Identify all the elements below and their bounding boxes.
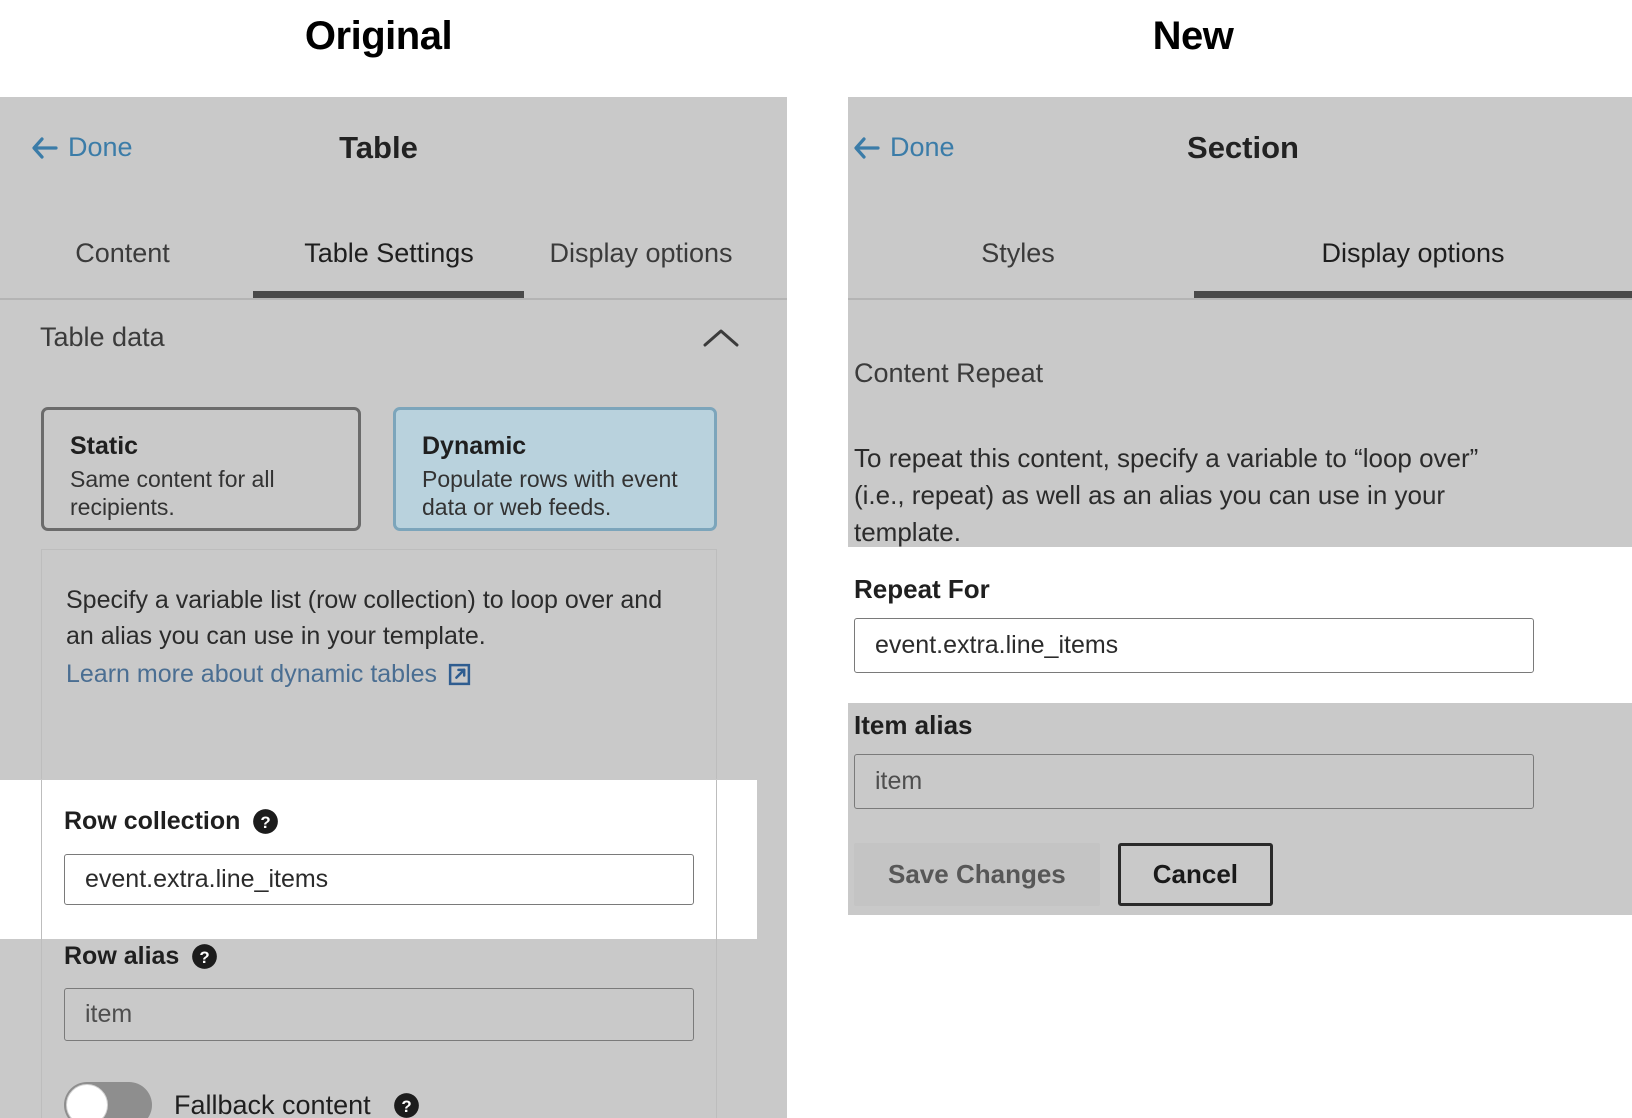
new-panel-header: Done Section	[848, 97, 1632, 197]
comparison-screenshot: Original New Done Table Content Table Se…	[0, 0, 1632, 1118]
save-changes-button[interactable]: Save Changes	[854, 843, 1100, 906]
row-alias-input[interactable]	[64, 988, 694, 1041]
row-alias-label-group: Row alias ?	[64, 942, 218, 971]
repeat-for-input[interactable]	[854, 618, 1534, 673]
content-repeat-description: To repeat this content, specify a variab…	[854, 443, 1479, 547]
repeat-for-label: Repeat For	[854, 574, 990, 604]
fallback-content-label: Fallback content	[174, 1089, 371, 1118]
table-data-section-header[interactable]: Table data	[40, 322, 740, 353]
choice-static[interactable]: Static Same content for all recipients.	[41, 407, 361, 531]
table-data-label: Table data	[40, 322, 165, 352]
arrow-left-icon	[854, 136, 880, 159]
row-collection-label: Row collection	[64, 807, 241, 835]
learn-more-label: Learn more about dynamic tables	[66, 660, 438, 688]
choice-dynamic[interactable]: Dynamic Populate rows with event data or…	[393, 407, 717, 531]
choice-dynamic-desc: Populate rows with event data or web fee…	[422, 465, 678, 520]
tab-styles[interactable]: Styles	[878, 238, 1158, 269]
external-link-icon	[448, 663, 471, 686]
item-alias-label: Item alias	[854, 710, 973, 740]
new-panel-title: Section	[1187, 130, 1299, 165]
svg-text:?: ?	[200, 948, 210, 967]
tabs-divider-original	[0, 298, 787, 300]
toggle-knob	[66, 1084, 108, 1118]
help-circle-icon[interactable]: ?	[393, 1092, 420, 1118]
fallback-content-row: Fallback content ?	[64, 1082, 420, 1118]
svg-text:?: ?	[261, 813, 271, 832]
cancel-button[interactable]: Cancel	[1117, 843, 1274, 906]
choice-dynamic-title: Dynamic	[422, 432, 527, 460]
row-collection-label-group: Row collection ?	[64, 807, 279, 836]
row-alias-label: Row alias	[64, 942, 180, 970]
learn-more-link[interactable]: Learn more about dynamic tables	[66, 660, 692, 689]
item-alias-input[interactable]	[854, 754, 1534, 809]
help-circle-icon[interactable]: ?	[252, 808, 279, 835]
new-panel-button-row: Save Changes Cancel	[854, 843, 1274, 906]
tab-display-options-new[interactable]: Display options	[1194, 238, 1632, 269]
original-panel-title: Table	[339, 130, 418, 165]
tab-content[interactable]: Content	[20, 238, 225, 269]
new-column-caption: New	[1152, 14, 1234, 58]
original-column-caption: Original	[304, 14, 453, 58]
done-button-new[interactable]: Done	[854, 132, 955, 163]
help-circle-icon[interactable]: ?	[191, 943, 218, 970]
tab-display-options[interactable]: Display options	[525, 238, 757, 269]
svg-text:?: ?	[401, 1096, 411, 1115]
original-panel: Done Table Content Table Settings Displa…	[0, 97, 787, 1118]
new-tabs: Styles Display options	[848, 238, 1632, 310]
choice-static-desc: Same content for all recipients.	[70, 465, 275, 520]
tab-table-settings[interactable]: Table Settings	[253, 238, 525, 269]
done-label-new: Done	[890, 132, 955, 162]
fallback-content-toggle[interactable]	[64, 1082, 152, 1118]
dynamic-info-card: Specify a variable list (row collection)…	[41, 549, 717, 779]
original-tabs: Content Table Settings Display options	[0, 238, 787, 310]
content-repeat-title: Content Repeat	[854, 358, 1044, 388]
tabs-divider-new	[848, 298, 1632, 300]
choice-static-title: Static	[70, 432, 139, 460]
chevron-up-icon[interactable]	[702, 326, 740, 350]
row-collection-input[interactable]	[64, 854, 694, 905]
dynamic-info-text: Specify a variable list (row collection)…	[66, 586, 663, 650]
original-panel-header: Done Table	[0, 97, 787, 197]
